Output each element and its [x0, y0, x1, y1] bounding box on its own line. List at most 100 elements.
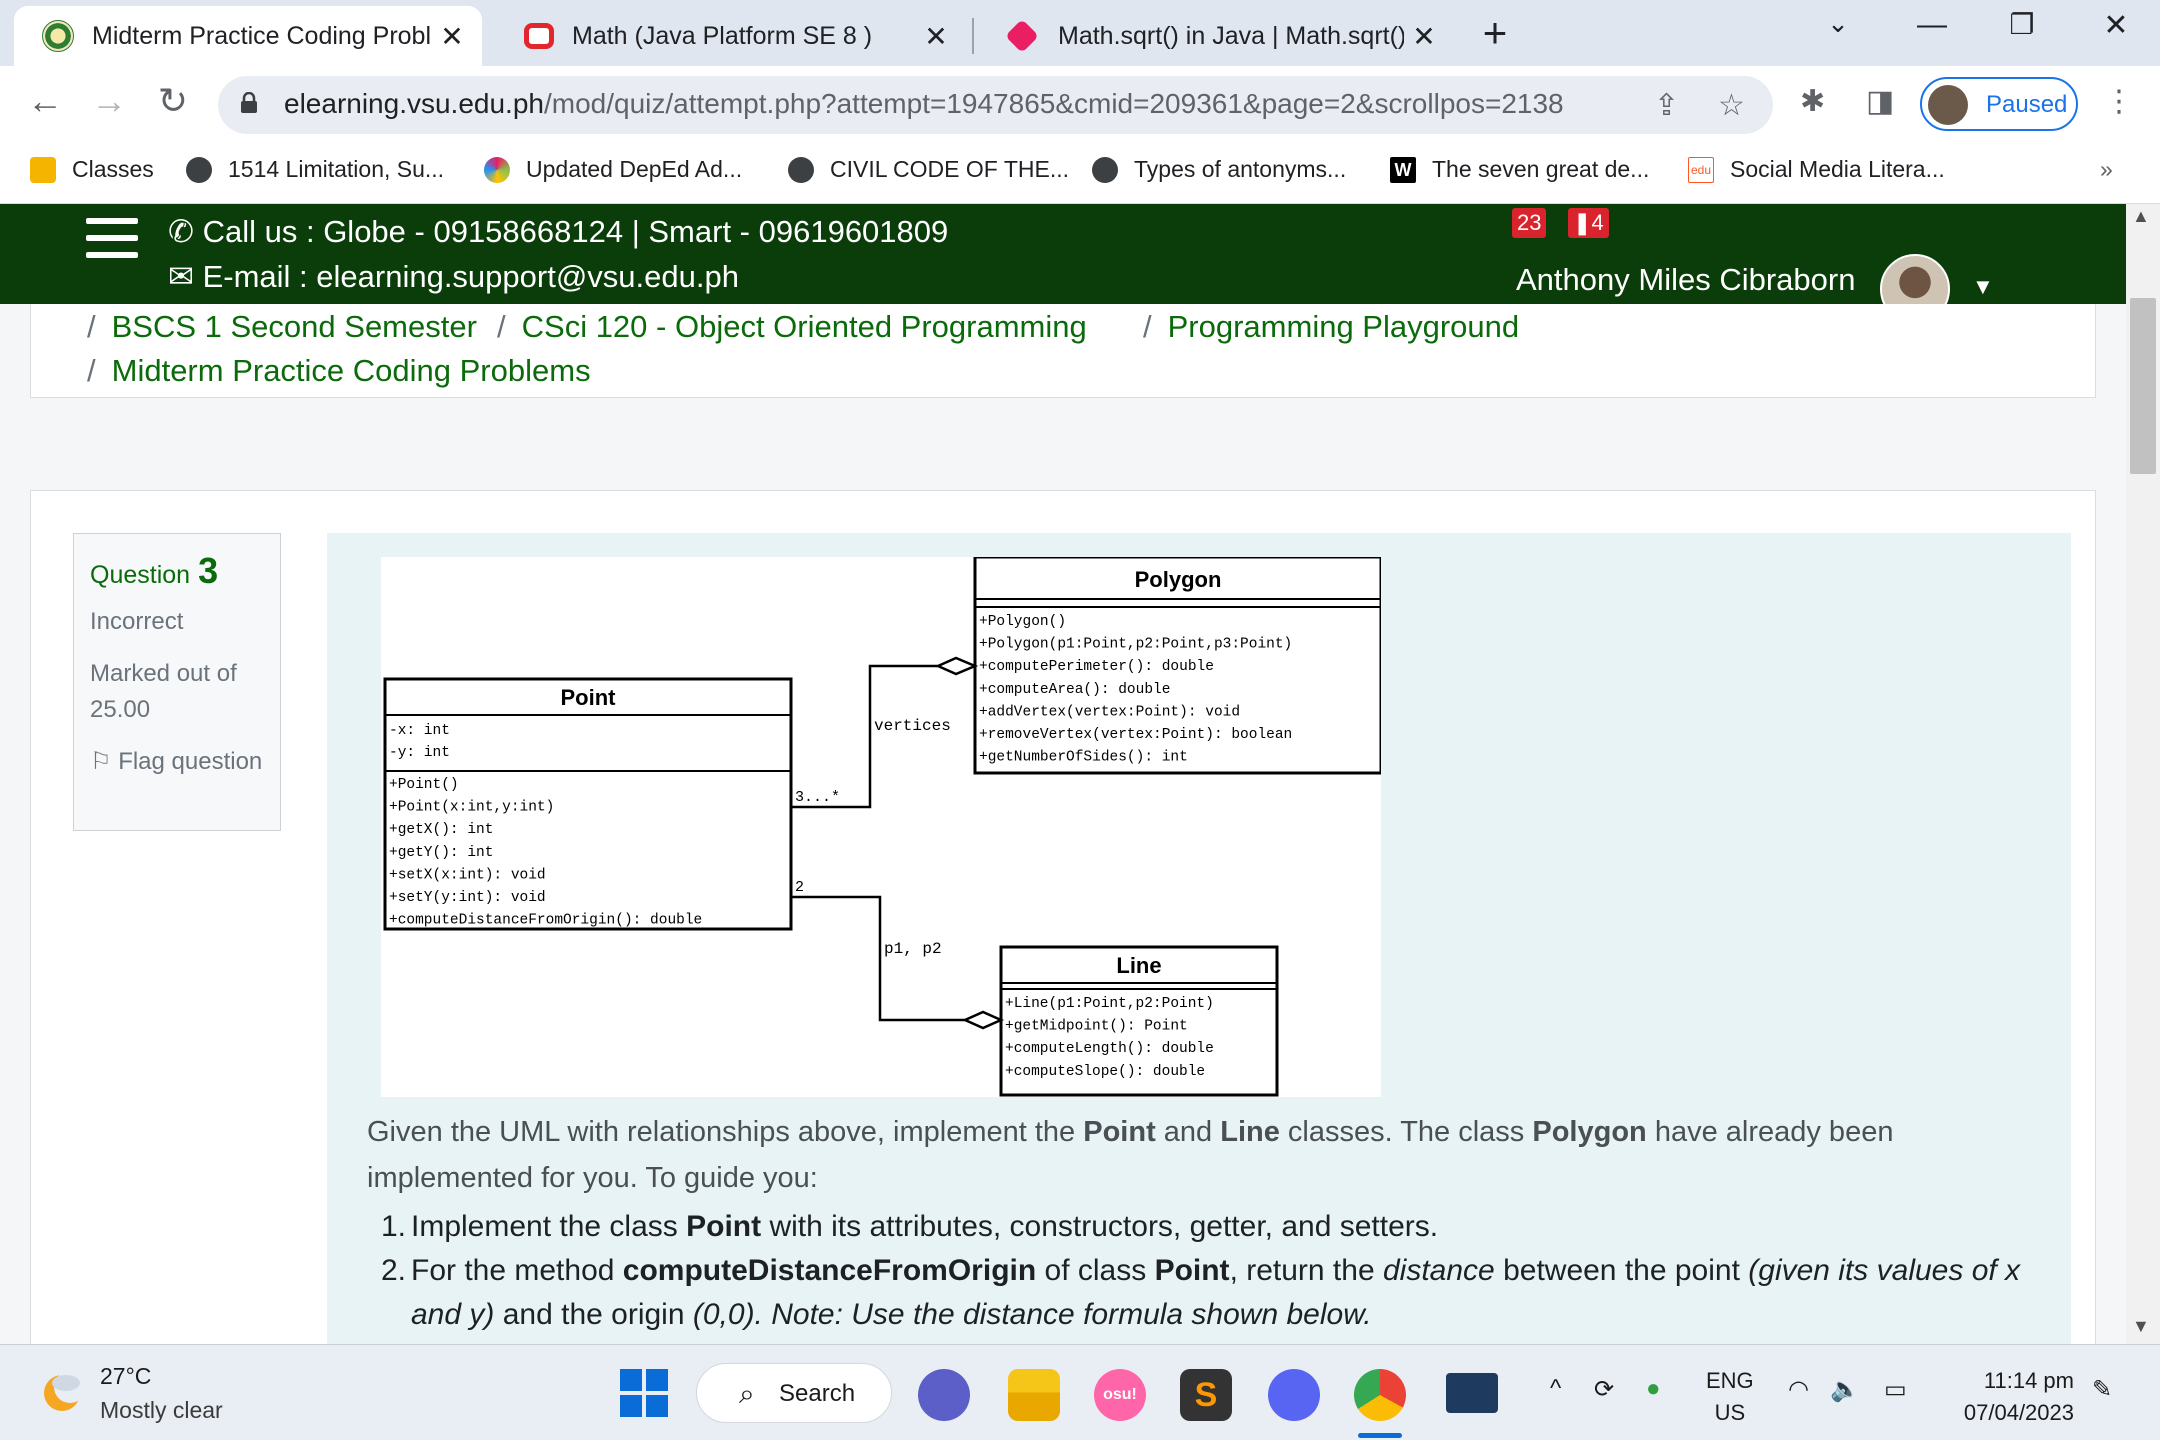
- minimize-button[interactable]: —: [1902, 8, 1962, 42]
- sync-icon[interactable]: ⟳: [1594, 1375, 1614, 1404]
- bookmark-civil-code[interactable]: CIVIL CODE OF THE...: [788, 156, 1069, 183]
- bookmark-social-media[interactable]: edu Social Media Litera...: [1688, 156, 1945, 183]
- vpn-icon[interactable]: ●: [1646, 1375, 1661, 1403]
- back-button[interactable]: ←: [20, 80, 70, 122]
- tab-math-sqrt[interactable]: Math.sqrt() in Java | Math.sqrt() M ✕: [978, 6, 1454, 66]
- battery-icon[interactable]: ▭: [1884, 1375, 1907, 1404]
- profile-avatar: [1928, 85, 1968, 125]
- breadcrumb-item-3[interactable]: / Programming Playground: [1143, 309, 1519, 345]
- globe-icon: [186, 156, 212, 183]
- forward-button[interactable]: →: [84, 80, 134, 122]
- close-icon[interactable]: ✕: [916, 20, 956, 53]
- message-badge[interactable]: ❚4: [1568, 208, 1609, 238]
- uml-member: +Polygon(): [979, 614, 1066, 630]
- tab-bar: Midterm Practice Coding Problen ✕ Math (…: [0, 0, 2160, 66]
- taskbar-search[interactable]: ⌕ Search: [696, 1363, 892, 1423]
- envelope-icon: ✉: [168, 259, 203, 294]
- uml-multiplicity: 3...*: [795, 789, 840, 806]
- new-tab-button[interactable]: +: [1470, 10, 1520, 60]
- tab-search-chevron-icon[interactable]: ⌄: [1808, 8, 1868, 39]
- scrollbar-thumb[interactable]: [2130, 298, 2156, 474]
- bookmark-seven-great[interactable]: W The seven great de...: [1390, 156, 1649, 183]
- bookmark-classes[interactable]: Classes: [30, 156, 154, 183]
- more-bookmarks-chevron-icon[interactable]: »: [2100, 156, 2113, 183]
- uml-role: p1, p2: [884, 940, 942, 958]
- tab-midterm[interactable]: Midterm Practice Coding Problen ✕: [14, 6, 482, 66]
- breadcrumb-item-2[interactable]: / CSci 120 - Object Oriented Programming: [497, 309, 1087, 345]
- uml-aggregation-endpoints: 2 p1, p2: [791, 879, 1005, 1030]
- flag-label: Flag question: [118, 748, 263, 775]
- side-panel-icon[interactable]: ◨: [1866, 84, 1894, 119]
- uml-aggregation-vertices: 3...* vertices: [791, 656, 979, 809]
- bookmark-1514-limitation[interactable]: 1514 Limitation, Su...: [186, 156, 444, 183]
- close-icon[interactable]: ✕: [1404, 20, 1444, 53]
- file-explorer-icon[interactable]: [1008, 1369, 1060, 1421]
- share-icon[interactable]: ⇪: [1654, 88, 1679, 123]
- bookmark-antonyms[interactable]: Types of antonyms...: [1092, 156, 1346, 183]
- uml-class-name: Polygon: [1135, 567, 1222, 592]
- volume-icon[interactable]: 🔈: [1830, 1375, 1860, 1404]
- uml-member: +setY(y:int): void: [389, 890, 546, 906]
- url-text: elearning.vsu.edu.ph/mod/quiz/attempt.ph…: [284, 88, 1564, 119]
- breadcrumb-label: BSCS 1 Second Semester: [111, 309, 477, 344]
- remote-desktop-icon[interactable]: [1446, 1373, 1498, 1413]
- teams-icon[interactable]: [918, 1369, 970, 1421]
- tab-title: Math (Java Platform SE 8 ): [572, 21, 873, 50]
- input-language[interactable]: ENG US: [1706, 1365, 1754, 1429]
- uml-class-name: Line: [1116, 953, 1161, 978]
- breadcrumb-label: Programming Playground: [1167, 309, 1520, 344]
- active-app-indicator: [1358, 1433, 1402, 1438]
- menu-kebab-icon[interactable]: ⋮: [2104, 84, 2134, 119]
- chevron-up-icon[interactable]: ^: [1550, 1375, 1561, 1403]
- uml-member: -x: int: [389, 723, 450, 739]
- chrome-icon[interactable]: [1354, 1369, 1406, 1421]
- wifi-icon[interactable]: ◠: [1788, 1375, 1809, 1404]
- bookmark-label: 1514 Limitation, Su...: [228, 156, 445, 182]
- notifications-icon[interactable]: ✎: [2092, 1375, 2112, 1404]
- header-call: ✆ Call us : Globe - 09158668124 | Smart …: [168, 214, 948, 250]
- site-header: ✆ Call us : Globe - 09158668124 | Smart …: [0, 204, 2126, 324]
- close-icon[interactable]: ✕: [432, 20, 472, 53]
- oracle-icon: [524, 23, 554, 49]
- bookmark-star-icon[interactable]: ☆: [1718, 88, 1745, 123]
- close-window-button[interactable]: ✕: [2086, 8, 2146, 43]
- uml-member: +Line(p1:Point,p2:Point): [1005, 996, 1214, 1012]
- weather-temperature: 27°C: [100, 1363, 152, 1389]
- clock[interactable]: 11:14 pm 07/04/2023: [1950, 1365, 2074, 1429]
- sublime-text-icon[interactable]: S: [1180, 1369, 1232, 1421]
- flag-question-link[interactable]: ⚐ Flag question: [90, 744, 270, 780]
- user-name[interactable]: Anthony Miles Cibraborn: [1516, 262, 1855, 298]
- uml-class-name: Point: [561, 685, 617, 710]
- windows-start-icon[interactable]: [620, 1369, 668, 1417]
- breadcrumb-item-1[interactable]: / BSCS 1 Second Semester: [87, 309, 477, 345]
- chevron-down-icon[interactable]: ▼: [1972, 274, 1994, 300]
- weather-condition: Mostly clear: [100, 1397, 223, 1423]
- osu-icon[interactable]: osu!: [1094, 1369, 1146, 1421]
- breadcrumb-item-4[interactable]: / Midterm Practice Coding Problems: [87, 353, 591, 389]
- address-bar[interactable]: elearning.vsu.edu.ph/mod/quiz/attempt.ph…: [218, 76, 1773, 134]
- question-state: Incorrect: [90, 608, 184, 635]
- classroom-icon: [30, 156, 56, 183]
- scroll-up-icon[interactable]: ▲: [2132, 206, 2150, 227]
- tab-title: Math.sqrt() in Java | Math.sqrt() M: [1058, 21, 1404, 50]
- page-content: / BSCS 1 Second Semester / CSci 120 - Obje…: [0, 304, 2126, 1344]
- profile-button[interactable]: Paused: [1920, 77, 2078, 131]
- weather-moon-icon[interactable]: [38, 1365, 90, 1417]
- question-info: Question 3 Incorrect Marked out of 25.00 …: [73, 533, 281, 831]
- reload-button[interactable]: ↻: [148, 80, 198, 122]
- hamburger-menu-icon[interactable]: [86, 218, 138, 258]
- tab-divider: [972, 18, 974, 54]
- page-scrollbar[interactable]: ▲ ▼: [2126, 204, 2160, 1344]
- uml-member: +addVertex(vertex:Point): void: [979, 704, 1240, 720]
- restore-button[interactable]: ❐: [1992, 8, 2052, 41]
- extensions-puzzle-icon[interactable]: ✱: [1800, 84, 1825, 119]
- flag-icon: ⚐: [90, 748, 119, 775]
- bookmark-deped[interactable]: Updated DepEd Ad...: [484, 156, 742, 183]
- uml-multiplicity: 2: [795, 879, 804, 896]
- scroll-down-icon[interactable]: ▼: [2132, 1316, 2150, 1337]
- tab-math-javadoc[interactable]: Math (Java Platform SE 8 ) ✕: [496, 6, 966, 66]
- discord-icon[interactable]: [1268, 1369, 1320, 1421]
- uml-member: +computeDistanceFromOrigin(): double: [389, 913, 702, 929]
- notification-badge[interactable]: 23: [1512, 208, 1547, 238]
- globe-icon: [1092, 156, 1118, 183]
